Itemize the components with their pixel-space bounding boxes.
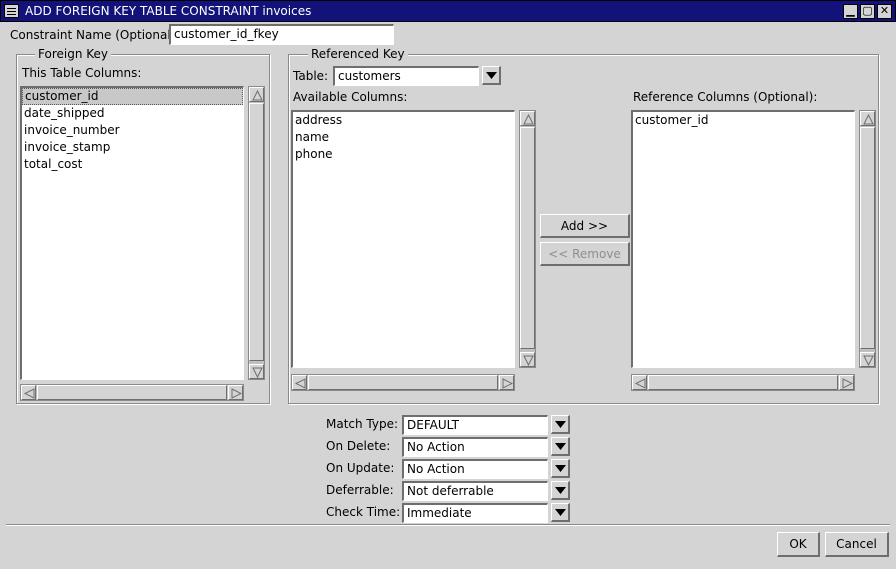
list-item[interactable]: invoice_stamp bbox=[22, 139, 243, 156]
reference-columns-label: Reference Columns (Optional): bbox=[633, 90, 818, 104]
deferrable-label: Deferrable: bbox=[326, 483, 394, 497]
scroll-right-icon[interactable] bbox=[839, 375, 854, 390]
table-label: Table: bbox=[293, 69, 329, 83]
check-time-select[interactable]: Immediate bbox=[402, 503, 548, 523]
remove-column-button[interactable]: << Remove bbox=[540, 242, 630, 266]
on-delete-dropdown-button[interactable] bbox=[551, 437, 570, 456]
on-update-label: On Update: bbox=[326, 461, 395, 475]
scroll-right-icon[interactable] bbox=[499, 375, 514, 390]
match-type-dropdown-button[interactable] bbox=[551, 415, 570, 434]
list-item[interactable]: date_shipped bbox=[22, 105, 243, 122]
scroll-up-icon[interactable] bbox=[860, 111, 875, 126]
on-update-dropdown-button[interactable] bbox=[551, 459, 570, 478]
scroll-down-icon[interactable] bbox=[520, 352, 535, 367]
chevron-down-icon bbox=[555, 509, 566, 516]
scroll-thumb[interactable] bbox=[249, 103, 264, 361]
scroll-right-icon[interactable] bbox=[228, 385, 243, 400]
list-item[interactable]: customer_id bbox=[22, 88, 243, 105]
available-columns-hscroll[interactable] bbox=[291, 374, 515, 391]
scroll-left-icon[interactable] bbox=[292, 375, 307, 390]
scroll-thumb[interactable] bbox=[308, 375, 498, 390]
list-item[interactable]: invoice_number bbox=[22, 122, 243, 139]
reference-columns-vscroll[interactable] bbox=[859, 110, 876, 368]
scroll-thumb[interactable] bbox=[37, 385, 227, 400]
list-item[interactable]: name bbox=[293, 129, 514, 146]
add-column-button[interactable]: Add >> bbox=[540, 214, 630, 238]
window-title: ADD FOREIGN KEY TABLE CONSTRAINT invoice… bbox=[25, 4, 312, 18]
table-select[interactable]: customers bbox=[333, 66, 479, 86]
on-delete-select[interactable]: No Action bbox=[402, 437, 548, 457]
available-columns-list[interactable]: address name phone bbox=[291, 110, 515, 368]
match-type-select[interactable]: DEFAULT bbox=[402, 415, 548, 435]
list-item[interactable]: total_cost bbox=[22, 156, 243, 173]
reference-columns-hscroll[interactable] bbox=[631, 374, 855, 391]
list-item[interactable]: customer_id bbox=[633, 112, 854, 129]
scroll-up-icon[interactable] bbox=[249, 87, 264, 102]
scroll-left-icon[interactable] bbox=[21, 385, 36, 400]
scroll-left-icon[interactable] bbox=[632, 375, 647, 390]
match-type-label: Match Type: bbox=[326, 417, 399, 431]
on-update-select[interactable]: No Action bbox=[402, 459, 548, 479]
cancel-button[interactable]: Cancel bbox=[825, 532, 889, 557]
available-columns-label: Available Columns: bbox=[293, 90, 408, 104]
minimize-icon[interactable]: ▁ bbox=[843, 4, 858, 19]
close-icon[interactable]: ✕ bbox=[877, 4, 892, 19]
chevron-down-icon bbox=[555, 487, 566, 494]
scroll-up-icon[interactable] bbox=[520, 111, 535, 126]
table-dropdown-button[interactable] bbox=[482, 66, 501, 85]
this-table-columns-hscroll[interactable] bbox=[20, 384, 244, 401]
list-item[interactable]: phone bbox=[293, 146, 514, 163]
this-table-columns-label: This Table Columns: bbox=[22, 66, 142, 80]
list-item[interactable]: address bbox=[293, 112, 514, 129]
scroll-down-icon[interactable] bbox=[249, 364, 264, 379]
reference-columns-list[interactable]: customer_id bbox=[631, 110, 855, 368]
constraint-name-input[interactable]: customer_id_fkey bbox=[169, 24, 394, 45]
window-menu-icon[interactable] bbox=[4, 4, 19, 18]
chevron-down-icon bbox=[555, 421, 566, 428]
deferrable-select[interactable]: Not deferrable bbox=[402, 481, 548, 501]
scroll-down-icon[interactable] bbox=[860, 352, 875, 367]
footer-separator bbox=[6, 524, 890, 526]
check-time-label: Check Time: bbox=[326, 505, 401, 519]
this-table-columns-vscroll[interactable] bbox=[248, 86, 265, 380]
check-time-dropdown-button[interactable] bbox=[551, 503, 570, 522]
scroll-thumb[interactable] bbox=[520, 127, 535, 349]
maximize-icon[interactable]: ▢ bbox=[860, 4, 875, 19]
ok-button[interactable]: OK bbox=[777, 532, 820, 557]
referenced-key-group-title: Referenced Key bbox=[308, 47, 408, 61]
window-titlebar[interactable]: ADD FOREIGN KEY TABLE CONSTRAINT invoice… bbox=[0, 0, 896, 22]
chevron-down-icon bbox=[555, 443, 566, 450]
scroll-thumb[interactable] bbox=[648, 375, 838, 390]
on-delete-label: On Delete: bbox=[326, 439, 391, 453]
deferrable-dropdown-button[interactable] bbox=[551, 481, 570, 500]
foreign-key-group-title: Foreign Key bbox=[35, 47, 111, 61]
constraint-name-label: Constraint Name (Optional): bbox=[10, 28, 180, 42]
this-table-columns-list[interactable]: customer_id date_shipped invoice_number inv… bbox=[20, 86, 244, 380]
chevron-down-icon bbox=[555, 465, 566, 472]
chevron-down-icon bbox=[486, 72, 497, 79]
scroll-thumb[interactable] bbox=[860, 127, 875, 349]
available-columns-vscroll[interactable] bbox=[519, 110, 536, 368]
